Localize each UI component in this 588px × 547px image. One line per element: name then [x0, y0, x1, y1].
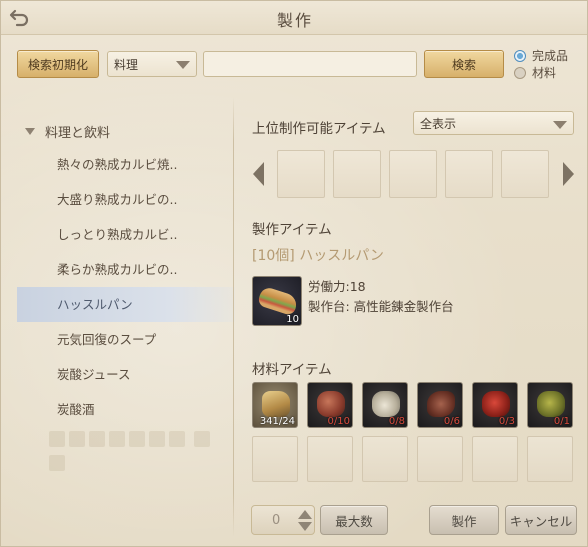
- scroll-left-arrow-icon[interactable]: [253, 162, 264, 186]
- material-slot[interactable]: 0/8: [362, 382, 408, 428]
- decrement-arrow-icon[interactable]: [298, 522, 312, 531]
- meat-icon: [317, 391, 345, 417]
- material-count: 0/1: [553, 416, 570, 427]
- sandwich-icon: [256, 285, 300, 317]
- radio-unselected-icon: [514, 66, 526, 79]
- empty-material-slot: [417, 436, 463, 482]
- search-input[interactable]: [203, 51, 417, 77]
- material-count: 0/3: [498, 416, 515, 427]
- material-count: 0/6: [443, 416, 460, 427]
- material-count: 0/10: [327, 416, 350, 427]
- increment-arrow-icon[interactable]: [298, 510, 312, 519]
- reset-search-button[interactable]: 検索初期化: [17, 50, 99, 78]
- product-name: [10個] ハッスルパン: [252, 248, 384, 264]
- craft-button[interactable]: 製作: [429, 505, 499, 535]
- material-count: 0/8: [388, 416, 405, 427]
- radio-label: 完成品: [532, 49, 569, 63]
- beans-icon: [427, 391, 455, 417]
- recipe-item-selected[interactable]: ハッスルパン: [17, 287, 235, 322]
- recipe-item[interactable]: 熱々の熟成カルビ焼..: [17, 147, 235, 182]
- radio-finished-product[interactable]: 完成品: [514, 47, 568, 64]
- product-item-slot[interactable]: 10: [252, 276, 302, 326]
- chevron-down-icon: [176, 61, 190, 69]
- category-label: 料理と飲料: [45, 126, 111, 141]
- upper-item-slot[interactable]: [445, 150, 493, 198]
- window-title: 製作: [276, 11, 313, 30]
- recipe-item[interactable]: 炭酸ジュース: [17, 357, 235, 392]
- empty-material-slot: [252, 436, 298, 482]
- product-section-label: 製作アイテム: [252, 222, 332, 238]
- upper-filter-value: 全表示: [420, 116, 457, 131]
- title-bar: 製作: [1, 1, 587, 35]
- empty-material-slot: [472, 436, 518, 482]
- scroll-right-arrow-icon[interactable]: [563, 162, 574, 186]
- upper-items-filter-dropdown[interactable]: 全表示: [413, 111, 574, 135]
- recipe-item[interactable]: 元気回復のスープ: [17, 322, 235, 357]
- crafting-window: 製作 検索初期化 料理 検索 完成品 材料 料理と飲料 熱々の熟成カルビ焼.. …: [0, 0, 588, 547]
- olive-icon: [537, 391, 565, 417]
- material-slot[interactable]: 0/6: [417, 382, 463, 428]
- recipe-list: 熱々の熟成カルビ焼.. 大盛り熟成カルビの.. しっとり熟成カルビ.. 柔らか熟…: [17, 147, 235, 427]
- material-slot[interactable]: 341/24: [252, 382, 298, 428]
- upper-item-slot[interactable]: [501, 150, 549, 198]
- radio-material[interactable]: 材料: [514, 64, 568, 81]
- labor-cost: 労働力:18: [308, 279, 366, 294]
- upper-item-slot[interactable]: [277, 150, 325, 198]
- craft-amount-value: 0: [272, 513, 281, 528]
- workbench-requirement: 製作台: 高性能錬金製作台: [308, 299, 454, 314]
- cancel-button[interactable]: キャンセル: [505, 505, 577, 535]
- category-header[interactable]: 料理と飲料: [25, 122, 110, 141]
- panel-divider: [233, 97, 234, 537]
- material-slot[interactable]: 0/1: [527, 382, 573, 428]
- recipe-item[interactable]: 大盛り熟成カルビの..: [17, 182, 235, 217]
- materials-section-label: 材料アイテム: [252, 362, 332, 378]
- empty-material-slot: [307, 436, 353, 482]
- recipe-item[interactable]: 炭酸酒: [17, 392, 235, 427]
- empty-material-slot: [362, 436, 408, 482]
- upper-item-slot[interactable]: [389, 150, 437, 198]
- collapse-triangle-icon: [25, 128, 35, 135]
- bread-icon: [262, 391, 290, 417]
- recipe-item[interactable]: しっとり熟成カルビ..: [17, 217, 235, 252]
- chevron-down-icon: [553, 121, 567, 129]
- empty-material-slot: [527, 436, 573, 482]
- recipe-item[interactable]: 柔らか熟成カルビの..: [17, 252, 235, 287]
- material-slot[interactable]: 0/10: [307, 382, 353, 428]
- berries-icon: [482, 391, 510, 417]
- upper-item-slot[interactable]: [333, 150, 381, 198]
- category-dropdown[interactable]: 料理: [107, 51, 197, 77]
- category-dropdown-value: 料理: [114, 57, 139, 72]
- garlic-icon: [372, 391, 400, 417]
- max-amount-button[interactable]: 最大数: [320, 505, 388, 535]
- background-decoration: [47, 429, 217, 479]
- search-button[interactable]: 検索: [424, 50, 504, 78]
- radio-label: 材料: [532, 66, 557, 80]
- radio-selected-icon: [514, 49, 526, 62]
- product-quantity: 10: [286, 314, 299, 325]
- craft-amount-stepper[interactable]: 0: [251, 505, 315, 535]
- material-count: 341/24: [259, 416, 295, 427]
- search-mode-radio-group: 完成品 材料: [514, 47, 568, 81]
- material-slot[interactable]: 0/3: [472, 382, 518, 428]
- upper-items-label: 上位制作可能アイテム: [252, 121, 386, 137]
